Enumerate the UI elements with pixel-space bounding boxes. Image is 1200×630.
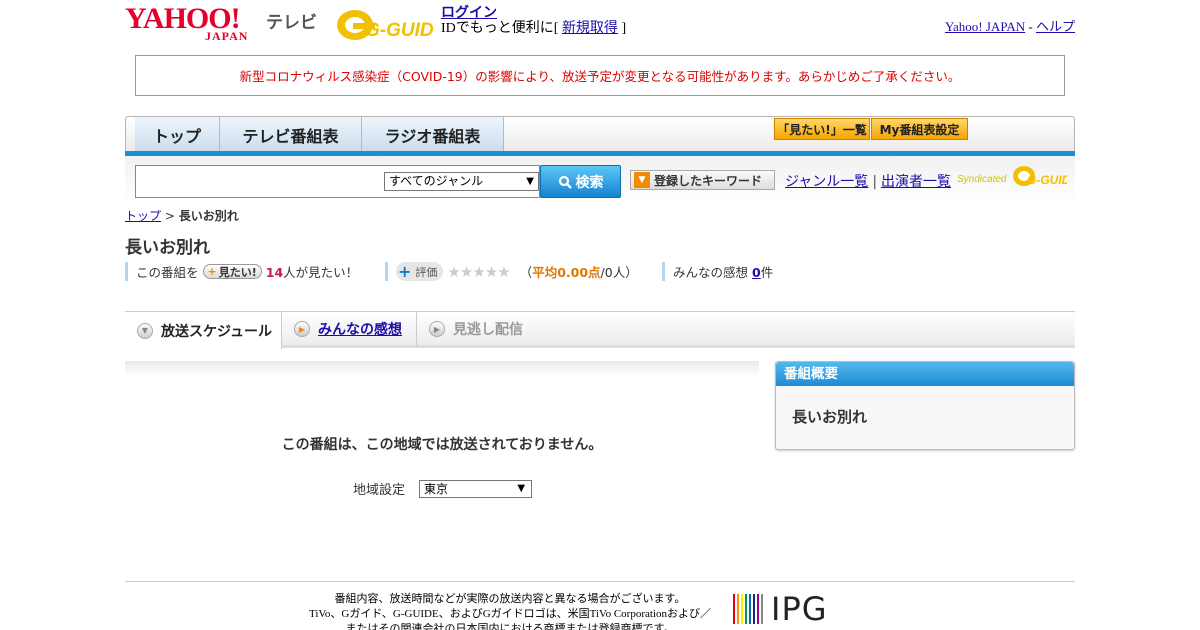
tab-broadcast-schedule-label: 放送スケジュール [161, 323, 273, 340]
syndicated-text: Syndicated [957, 174, 1007, 185]
footer-disclaimer: 番組内容、放送時間などが実際の放送内容と異なる場合がございます。 TiVo、Gガ… [290, 592, 730, 630]
star-icon: ★ [472, 262, 485, 281]
kanso-count-link[interactable]: 0 [752, 265, 761, 280]
tab-broadcast-schedule[interactable]: ▼ 放送スケジュール [125, 312, 282, 349]
star-icon: ★ [497, 262, 510, 281]
id-promo-text: IDでもっと便利に[ [441, 21, 559, 36]
mitai-button-label: 見たい! [218, 265, 257, 279]
link-separator: | [872, 174, 878, 190]
nav-tab-top[interactable]: トップ [135, 117, 220, 152]
mitai-count: 14 [265, 265, 284, 280]
ipg-logo-text: IPG [771, 590, 828, 628]
region-select[interactable]: 東京 ▼ [419, 479, 533, 498]
program-summary-title: 長いお別れ [792, 408, 868, 426]
performer-list-link[interactable]: 出演者一覧 [881, 174, 951, 190]
ipg-color-bars-icon [733, 594, 763, 624]
tab-everyone-impressions-label: みんなの感想 [318, 322, 402, 338]
syndicated-gguide-logo: Syndicated G-GUIDE [957, 164, 1079, 188]
top-right-links: Yahoo! JAPAN - ヘルプ [945, 16, 1075, 35]
id-promo-close: ] [621, 21, 627, 36]
footer-line-2: TiVo、Gガイド、G-GUIDE、およびGガイドロゴは、米国TiVo Corp… [308, 608, 711, 620]
tab-missed-streaming-label: 見逃し配信 [453, 322, 523, 338]
genre-select[interactable]: すべてのジャンル ▼ [384, 172, 539, 191]
kanso-suffix: 件 [760, 265, 774, 280]
kanso-label: みんなの感想 [673, 265, 749, 280]
program-info-row: この番組を + 見たい! 14人が見たい！ + 評価 ★★★★★ （平均0.00… [125, 262, 825, 282]
region-label: 地域設定 [353, 483, 406, 498]
rating-stars: ★★★★★ [447, 262, 510, 281]
mitai-list-button[interactable]: 「見たい!」一覧 [774, 118, 870, 140]
tab-everyone-impressions[interactable]: ▶ みんなの感想 [282, 312, 417, 346]
tv-label: テレビ [266, 13, 317, 33]
schedule-top-bar [125, 361, 759, 377]
yahoo-japan-logo[interactable]: YAHOO! JAPAN [125, 4, 261, 44]
plus-icon: + [398, 261, 412, 281]
chevron-down-icon: ▼ [137, 322, 153, 339]
registered-keyword-button[interactable]: ▼ 登録したキーワード [630, 170, 775, 190]
nav-tab-tv-guide[interactable]: テレビ番組表 [220, 117, 362, 152]
gguide-logo[interactable]: G-GUIDE [335, 6, 448, 42]
footer-line-1: 番組内容、放送時間などが実際の放送内容と異なる場合がございます。 [334, 593, 686, 605]
search-button-label: 検索 [575, 174, 604, 191]
not-broadcast-message: この番組は、この地域では放送されておりません。 [281, 437, 603, 453]
rating-open: （ [519, 265, 533, 280]
login-link[interactable]: ログイン [441, 6, 497, 21]
page-title: 長いお別れ [125, 238, 210, 258]
search-input[interactable]: すべてのジャンル ▼ [135, 165, 540, 198]
breadcrumb-top-link[interactable]: トップ [125, 209, 161, 223]
program-subtabs: ▼ 放送スケジュール ▶ みんなの感想 ▶ 見逃し配信 [125, 311, 1075, 349]
genre-select-value: すべてのジャンル [389, 174, 484, 188]
plus-icon: + [207, 265, 217, 278]
signup-link[interactable]: 新規取得 [562, 21, 618, 36]
yahoo-japan-link[interactable]: Yahoo! JAPAN [945, 19, 1025, 34]
login-box: ログイン IDでもっと便利に[ 新規取得 ] [441, 6, 626, 36]
registered-keyword-label: 登録したキーワード [654, 173, 763, 188]
kono-bangumi-label: この番組を [136, 265, 199, 280]
region-select-value: 東京 [424, 481, 449, 496]
top-right-dash: - [1028, 19, 1033, 34]
syndicated-logo-text: G-GUIDE [1027, 173, 1067, 187]
breadcrumb: トップ > 長いお別れ [125, 207, 239, 224]
gguide-logo-text: G-GUIDE [365, 20, 433, 41]
rating-average: 平均0.00点 [532, 265, 601, 280]
footer-line-3: またはその関連会社の日本国内における商標または登録商標です。 [345, 623, 675, 630]
star-icon: ★ [459, 262, 473, 281]
main-nav: トップ テレビ番組表 ラジオ番組表 「見たい!」一覧 My番組表設定 [125, 116, 1075, 156]
footer-divider [125, 581, 1075, 582]
mitai-button[interactable]: + 見たい! [202, 264, 262, 279]
kanso-segment: みんなの感想 0件 [662, 262, 773, 281]
rating-segment: + 評価 ★★★★★ （平均0.00点/0人） [385, 262, 638, 281]
nav-tab-radio-guide[interactable]: ラジオ番組表 [362, 117, 504, 152]
search-area: すべてのジャンル ▼ 検索 ▼ 登録したキーワード ジャンル一覧 | 出演者一覧 S… [125, 156, 1079, 202]
mitai-segment: この番組を + 見たい! 14人が見たい！ [125, 262, 358, 281]
genre-list-link[interactable]: ジャンル一覧 [785, 174, 868, 190]
mitai-count-suffix: 人が見たい！ [283, 265, 359, 280]
header: YAHOO! JAPAN テレビ G-GUIDE ログイン IDでもっと便利に[… [125, 0, 1075, 50]
ipg-logo: IPG [733, 592, 828, 626]
triangle-down-icon: ▼ [634, 172, 650, 188]
star-icon: ★ [484, 262, 498, 281]
rating-people: /0人） [600, 265, 638, 280]
region-setting-row: 地域設定 東京 ▼ [353, 479, 533, 498]
chevron-right-icon: ▶ [429, 321, 445, 337]
covid-notice: 新型コロナウィルス感染症（COVID-19）の影響により、放送予定が変更となる可… [135, 55, 1065, 96]
help-link[interactable]: ヘルプ [1036, 19, 1075, 34]
search-button[interactable]: 検索 [540, 165, 621, 198]
breadcrumb-separator: > [164, 209, 175, 223]
yahoo-logo-sub: JAPAN [205, 29, 249, 43]
program-summary-box: 番組概要 長いお別れ [775, 361, 1075, 450]
rate-button-label: 評価 [415, 265, 438, 279]
star-icon: ★ [447, 262, 460, 281]
tab-missed-streaming[interactable]: ▶ 見逃し配信 [417, 312, 547, 346]
genre-links: ジャンル一覧 | 出演者一覧 [785, 171, 951, 191]
covid-notice-text: 新型コロナウィルス感染症（COVID-19）の影響により、放送予定が変更となる可… [239, 69, 961, 84]
search-icon [558, 175, 572, 189]
rate-button[interactable]: + 評価 [396, 261, 444, 281]
breadcrumb-current: 長いお別れ [178, 209, 239, 223]
chevron-right-icon: ▶ [294, 321, 310, 337]
program-summary-heading: 番組概要 [776, 362, 1074, 386]
chevron-down-icon: ▼ [526, 176, 534, 187]
chevron-down-icon: ▼ [517, 482, 526, 494]
my-settings-button[interactable]: My番組表設定 [871, 118, 968, 140]
